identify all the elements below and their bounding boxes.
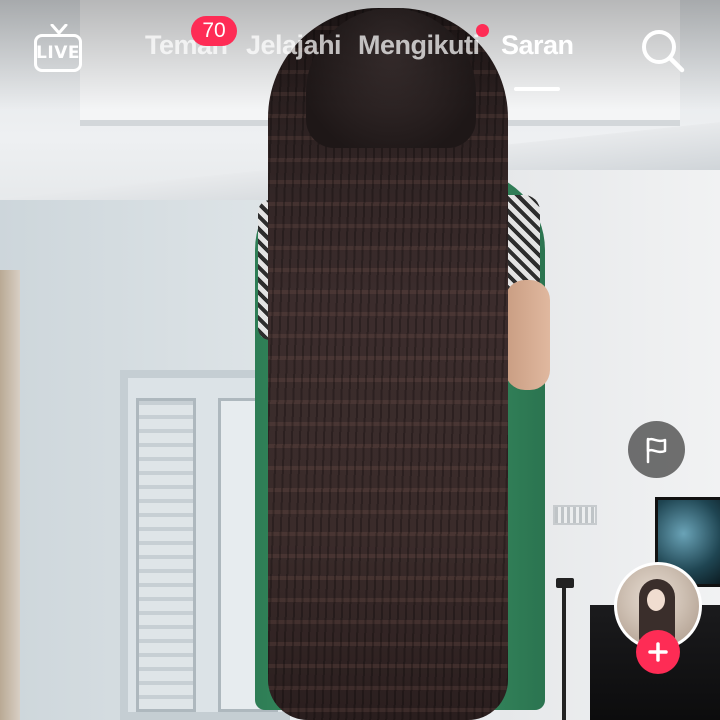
scene-pillar	[0, 270, 20, 720]
video-feed-screen[interactable]: LIVE Teman Jelajahi Mengikuti Saran 70	[0, 0, 720, 720]
person-arm	[505, 280, 550, 390]
search-button[interactable]	[638, 26, 686, 74]
scene-stand	[562, 585, 566, 720]
active-tab-indicator	[514, 87, 560, 91]
tab-following[interactable]: Mengikuti	[358, 30, 480, 68]
report-button[interactable]	[628, 421, 685, 478]
follow-button[interactable]	[636, 630, 680, 674]
avatar-image-face	[647, 589, 665, 611]
flag-icon	[646, 437, 666, 463]
tab-for-you[interactable]: Saran	[501, 30, 574, 68]
feed-tabs: Teman Jelajahi Mengikuti Saran	[0, 30, 720, 70]
scene-door-panel	[136, 398, 196, 712]
top-bar: LIVE Teman Jelajahi Mengikuti Saran 70	[0, 0, 720, 110]
plus-icon	[648, 642, 668, 662]
friends-notification-badge: 70	[191, 16, 237, 46]
scene-vent	[553, 505, 597, 525]
following-new-dot	[476, 24, 489, 37]
tab-explore[interactable]: Jelajahi	[246, 30, 342, 68]
search-icon	[642, 30, 685, 73]
